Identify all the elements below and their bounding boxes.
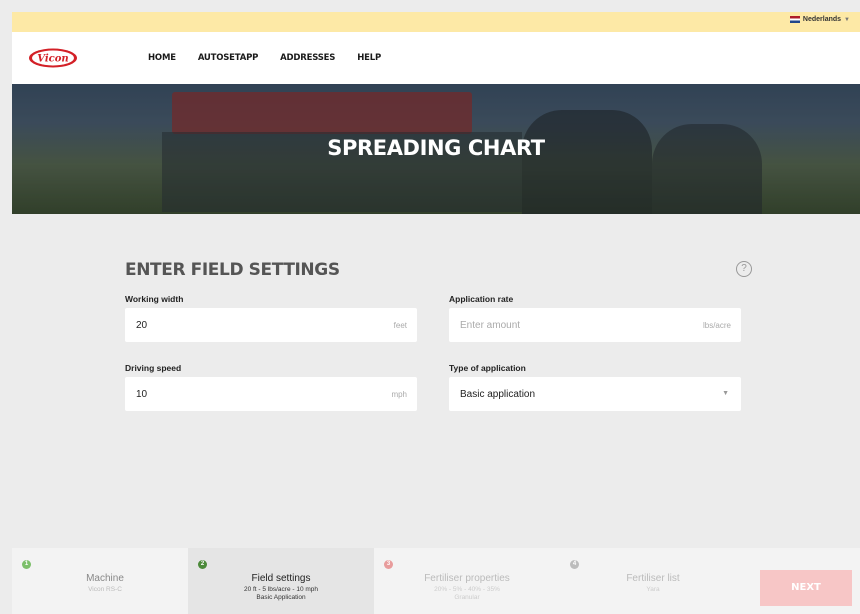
step-summary: Yara bbox=[646, 586, 660, 593]
step-summary: Vicon RS-C bbox=[88, 586, 122, 593]
page-title: SPREADING CHART bbox=[327, 136, 545, 160]
help-icon[interactable]: ? bbox=[736, 261, 752, 277]
step-fertiliser-properties[interactable]: 3 Fertiliser properties 20% - 5% - 40% -… bbox=[374, 548, 560, 614]
application-rate-field[interactable]: Enter amount lbs/acre bbox=[449, 308, 741, 342]
application-rate-label: Application rate bbox=[449, 294, 514, 304]
step-name: Machine bbox=[86, 573, 124, 584]
top-bar: Nederlands ▼ bbox=[12, 12, 860, 32]
main-nav: HOME AUTOSETAPP ADDRESSES HELP bbox=[148, 53, 381, 63]
step-number-badge: 1 bbox=[22, 560, 31, 569]
driving-speed-label: Driving speed bbox=[125, 363, 182, 373]
field-settings-panel: ENTER FIELD SETTINGS ? Working width 20 … bbox=[12, 214, 860, 548]
step-machine[interactable]: 1 Machine Vicon RS-C bbox=[12, 548, 198, 614]
working-width-field[interactable]: 20 feet bbox=[125, 308, 417, 342]
next-button[interactable]: NEXT bbox=[760, 570, 852, 606]
step-fertiliser-list[interactable]: 4 Fertiliser list Yara bbox=[560, 548, 746, 614]
step-number-badge: 4 bbox=[570, 560, 579, 569]
driving-speed-value: 10 bbox=[136, 389, 148, 400]
driving-speed-field[interactable]: 10 mph bbox=[125, 377, 417, 411]
application-type-select[interactable]: Basic application ▼ bbox=[449, 377, 741, 411]
application-type-value: Basic application bbox=[460, 389, 536, 400]
step-number-badge: 3 bbox=[384, 560, 393, 569]
step-number-badge: 2 bbox=[198, 560, 207, 569]
application-rate-placeholder: Enter amount bbox=[460, 320, 521, 331]
step-field-settings[interactable]: 2 Field settings 20 ft - 5 lbs/acre - 10… bbox=[188, 548, 374, 614]
step-progress-footer: 1 Machine Vicon RS-C 2 Field settings 20… bbox=[12, 548, 860, 614]
vicon-logo[interactable]: Vicon bbox=[28, 48, 78, 68]
step-name: Field settings bbox=[251, 573, 311, 584]
language-label: Nederlands bbox=[802, 16, 842, 23]
netherlands-flag-icon bbox=[789, 16, 800, 23]
working-width-value: 20 bbox=[136, 320, 148, 331]
chevron-down-icon: ▼ bbox=[844, 16, 850, 23]
hero-banner: SPREADING CHART bbox=[12, 84, 860, 214]
driving-speed-unit: mph bbox=[391, 390, 407, 399]
chevron-down-icon: ▼ bbox=[722, 390, 729, 397]
nav-autosetapp[interactable]: AUTOSETAPP bbox=[198, 53, 259, 63]
application-type-label: Type of application bbox=[449, 363, 526, 373]
step-summary: Granular bbox=[454, 594, 480, 601]
nav-help[interactable]: HELP bbox=[357, 53, 381, 63]
navbar: Vicon HOME AUTOSETAPP ADDRESSES HELP bbox=[12, 32, 860, 84]
step-name: Fertiliser list bbox=[626, 573, 680, 584]
logo-text: Vicon bbox=[37, 54, 68, 65]
nav-addresses[interactable]: ADDRESSES bbox=[280, 53, 335, 63]
nav-home[interactable]: HOME bbox=[148, 53, 176, 63]
step-name: Fertiliser properties bbox=[424, 573, 510, 584]
working-width-label: Working width bbox=[125, 294, 184, 304]
step-summary: Basic Application bbox=[256, 594, 306, 601]
language-selector[interactable]: Nederlands ▼ bbox=[789, 16, 850, 23]
step-summary: 20 ft - 5 lbs/acre - 10 mph bbox=[243, 586, 319, 593]
application-rate-unit: lbs/acre bbox=[702, 321, 731, 330]
step-summary: 20% - 5% - 40% - 35% bbox=[434, 586, 500, 593]
section-title: ENTER FIELD SETTINGS bbox=[125, 260, 340, 280]
working-width-unit: feet bbox=[393, 321, 407, 330]
